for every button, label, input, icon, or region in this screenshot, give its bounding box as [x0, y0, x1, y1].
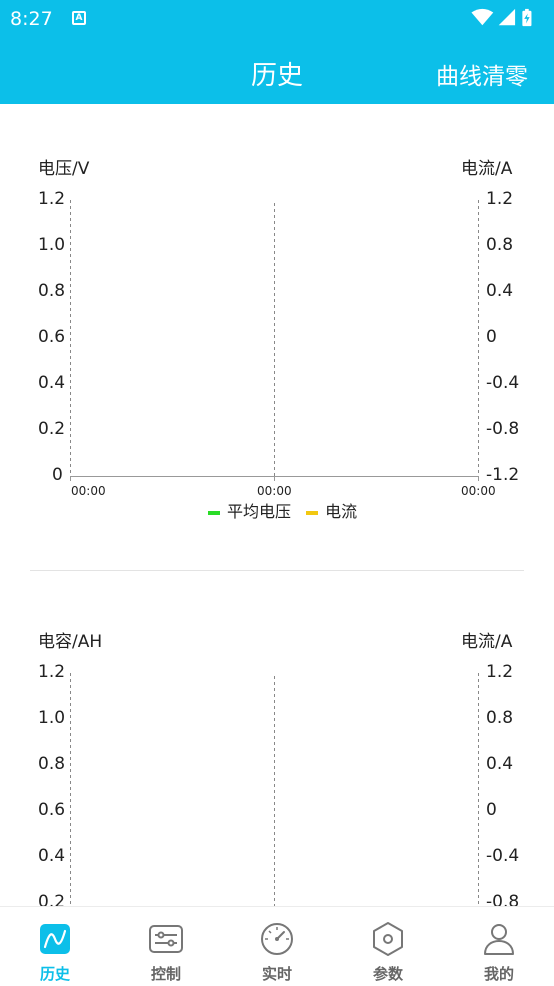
- gauge-icon: [261, 923, 293, 955]
- nav-item-control[interactable]: 控制: [111, 907, 221, 986]
- history-curve-icon: [40, 924, 70, 954]
- plot-area: [70, 673, 479, 906]
- nav-label: 历史: [39, 965, 70, 983]
- nav-label: 实时: [261, 965, 292, 983]
- user-icon: [484, 924, 514, 955]
- nav-label: 我的: [483, 965, 514, 983]
- nav-item-mine[interactable]: 我的: [444, 907, 554, 986]
- bottom-navigation: 历史 控制 实时 参数 我的: [0, 906, 554, 985]
- sliders-icon: [149, 925, 183, 953]
- nav-item-params[interactable]: 参数: [333, 907, 443, 986]
- nav-label: 参数: [372, 965, 403, 983]
- capacity-current-chart: 电容/AH 电流/A 1.2 1.0 0.8 0.6 0.4 0.2 1.2 0…: [0, 0, 554, 906]
- nav-label: 控制: [150, 965, 181, 983]
- nav-item-realtime[interactable]: 实时: [222, 907, 332, 986]
- nav-item-history[interactable]: 历史: [0, 907, 110, 986]
- hexagon-nut-icon: [373, 922, 403, 956]
